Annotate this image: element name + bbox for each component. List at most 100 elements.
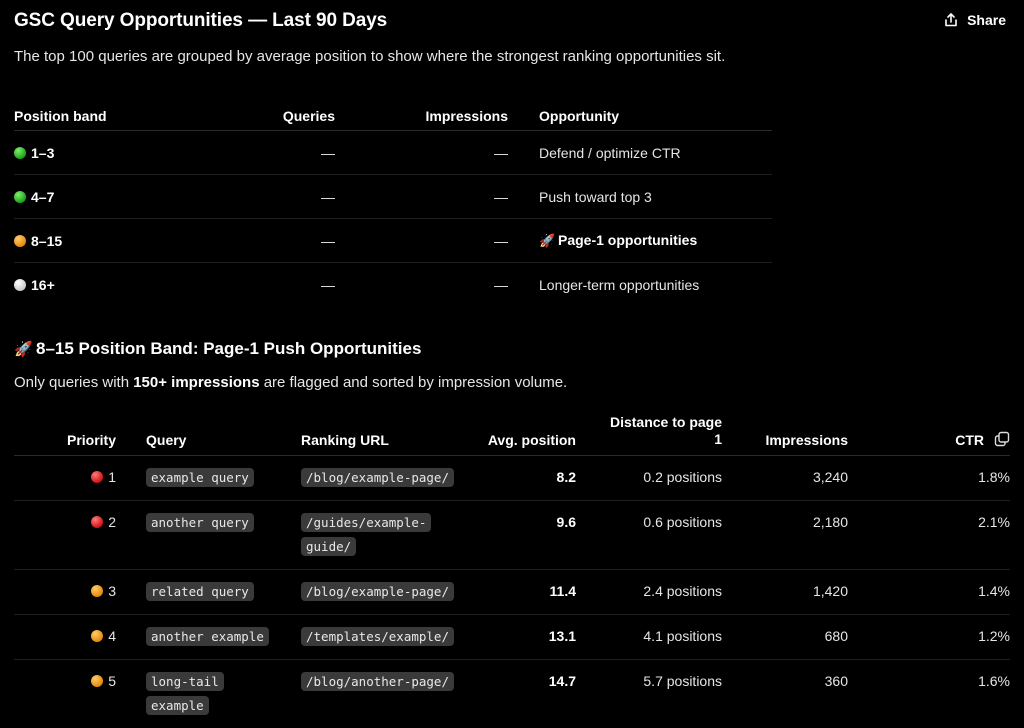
- query-code: related query: [146, 582, 254, 601]
- query-code: another example: [146, 627, 269, 646]
- table-row: 16+——Longer-term opportunities: [14, 263, 772, 307]
- distance-cell: 0.2 positions: [576, 456, 722, 501]
- ctr-value: 1.4%: [848, 570, 1010, 599]
- impressions-value: 3,240: [722, 456, 848, 485]
- priority-cell: 4: [14, 615, 116, 660]
- ctr-cell: 1.8%: [848, 456, 1010, 501]
- intro-text: The top 100 queries are grouped by avera…: [14, 44, 774, 69]
- note-text-end: are flagged and sorted by impression vol…: [260, 374, 568, 391]
- impressions-cell: —: [335, 219, 508, 263]
- col-distance: Distance to page 1: [576, 404, 722, 456]
- priority-cell: 2: [14, 501, 116, 570]
- share-button[interactable]: Share: [943, 12, 1006, 28]
- col-impressions: Impressions: [722, 404, 848, 456]
- impressions-value: 2,180: [722, 501, 848, 530]
- query-cell: example query: [116, 456, 301, 501]
- green-circle-icon: [14, 191, 26, 203]
- impressions-cell: 360: [722, 660, 848, 728]
- query-cell: another query: [116, 501, 301, 570]
- band-cell: 4–7: [14, 175, 214, 219]
- url-code: /guides/example-guide/: [301, 513, 431, 556]
- share-label: Share: [967, 12, 1006, 28]
- avg-position-value: 14.7: [476, 660, 576, 689]
- opportunity-cell: Push toward top 3: [508, 175, 772, 219]
- band-label: 1–3: [31, 145, 54, 161]
- avg-position-cell: 9.6: [476, 501, 576, 570]
- col-distance-label: Distance to page 1: [602, 414, 722, 448]
- table-row: 4 another example/templates/example/13.14…: [14, 615, 1010, 660]
- table-header-row: Position band Queries Impressions Opport…: [14, 102, 772, 131]
- opportunity-cell: Longer-term opportunities: [508, 263, 772, 307]
- col-queries: Queries: [214, 102, 335, 131]
- col-priority: Priority: [14, 404, 116, 456]
- orange-circle-icon: [91, 630, 103, 642]
- queries-cell: —: [214, 175, 335, 219]
- col-impressions: Impressions: [335, 102, 508, 131]
- impressions-cell: —: [335, 131, 508, 175]
- url-cell: /blog/example-page/: [301, 456, 476, 501]
- url-cell: /blog/another-page/: [301, 660, 476, 728]
- priority-number: 3: [108, 583, 116, 599]
- distance-cell: 4.1 positions: [576, 615, 722, 660]
- opportunity-cell: 🚀Page-1 opportunities: [508, 219, 772, 263]
- priority-cell: 1: [14, 456, 116, 501]
- query-cell: related query: [116, 570, 301, 615]
- table-row: 1–3——Defend / optimize CTR: [14, 131, 772, 175]
- priority-number: 1: [108, 469, 116, 485]
- page-title: GSC Query Opportunities — Last 90 Days: [14, 10, 387, 32]
- table-row: 2another query/guides/example-guide/9.60…: [14, 501, 1010, 570]
- query-code: another query: [146, 513, 254, 532]
- opportunities-table: Priority Query Ranking URL Avg. position…: [14, 404, 1010, 728]
- note-bold-text: 150+ impressions: [133, 374, 259, 391]
- url-cell: /blog/example-page/: [301, 570, 476, 615]
- opportunity-label: Page-1 opportunities: [558, 232, 697, 248]
- distance-value: 4.1 positions: [576, 615, 722, 644]
- avg-position-cell: 8.2: [476, 456, 576, 501]
- red-circle-icon: [91, 516, 103, 528]
- col-ctr: CTR: [848, 404, 1010, 456]
- url-code: /blog/example-page/: [301, 468, 454, 487]
- opportunity-label: Longer-term opportunities: [539, 277, 699, 293]
- query-cell: long-tail example: [116, 660, 301, 728]
- url-code: /templates/example/: [301, 627, 454, 646]
- avg-position-value: 13.1: [476, 615, 576, 644]
- avg-position-value: 11.4: [476, 570, 576, 599]
- filter-note: Only queries with 150+ impressions are f…: [14, 374, 567, 391]
- col-position-band: Position band: [14, 102, 214, 131]
- rocket-icon: 🚀: [539, 233, 554, 249]
- impressions-cell: 3,240: [722, 456, 848, 501]
- distance-cell: 5.7 positions: [576, 660, 722, 728]
- col-avg-position: Avg. position: [476, 404, 576, 456]
- ctr-value: 1.6%: [848, 660, 1010, 689]
- avg-position-cell: 13.1: [476, 615, 576, 660]
- url-cell: /guides/example-guide/: [301, 501, 476, 570]
- ctr-value: 1.8%: [848, 456, 1010, 485]
- col-opportunity: Opportunity: [508, 102, 772, 131]
- impressions-cell: —: [335, 263, 508, 307]
- white-circle-icon: [14, 279, 26, 291]
- priority-number: 5: [108, 673, 116, 689]
- impressions-cell: 680: [722, 615, 848, 660]
- section-heading-text: 8–15 Position Band: Page-1 Push Opportun…: [36, 339, 421, 358]
- ctr-cell: 1.2%: [848, 615, 1010, 660]
- band-label: 16+: [31, 277, 55, 293]
- url-cell: /templates/example/: [301, 615, 476, 660]
- note-text: Only queries with: [14, 374, 133, 391]
- col-ctr-label: CTR: [955, 432, 984, 448]
- table-header-row: Priority Query Ranking URL Avg. position…: [14, 404, 1010, 456]
- distance-value: 0.2 positions: [576, 456, 722, 485]
- orange-circle-icon: [91, 585, 103, 597]
- section-heading: 🚀8–15 Position Band: Page-1 Push Opportu…: [14, 339, 421, 359]
- col-ranking-url: Ranking URL: [301, 404, 476, 456]
- queries-cell: —: [214, 131, 335, 175]
- copy-icon[interactable]: [994, 431, 1010, 447]
- avg-position-value: 9.6: [476, 501, 576, 530]
- ctr-value: 1.2%: [848, 615, 1010, 644]
- green-circle-icon: [14, 147, 26, 159]
- ctr-cell: 2.1%: [848, 501, 1010, 570]
- priority-cell: 3: [14, 570, 116, 615]
- ctr-cell: 1.6%: [848, 660, 1010, 728]
- ctr-value: 2.1%: [848, 501, 1010, 530]
- red-circle-icon: [91, 471, 103, 483]
- band-cell: 8–15: [14, 219, 214, 263]
